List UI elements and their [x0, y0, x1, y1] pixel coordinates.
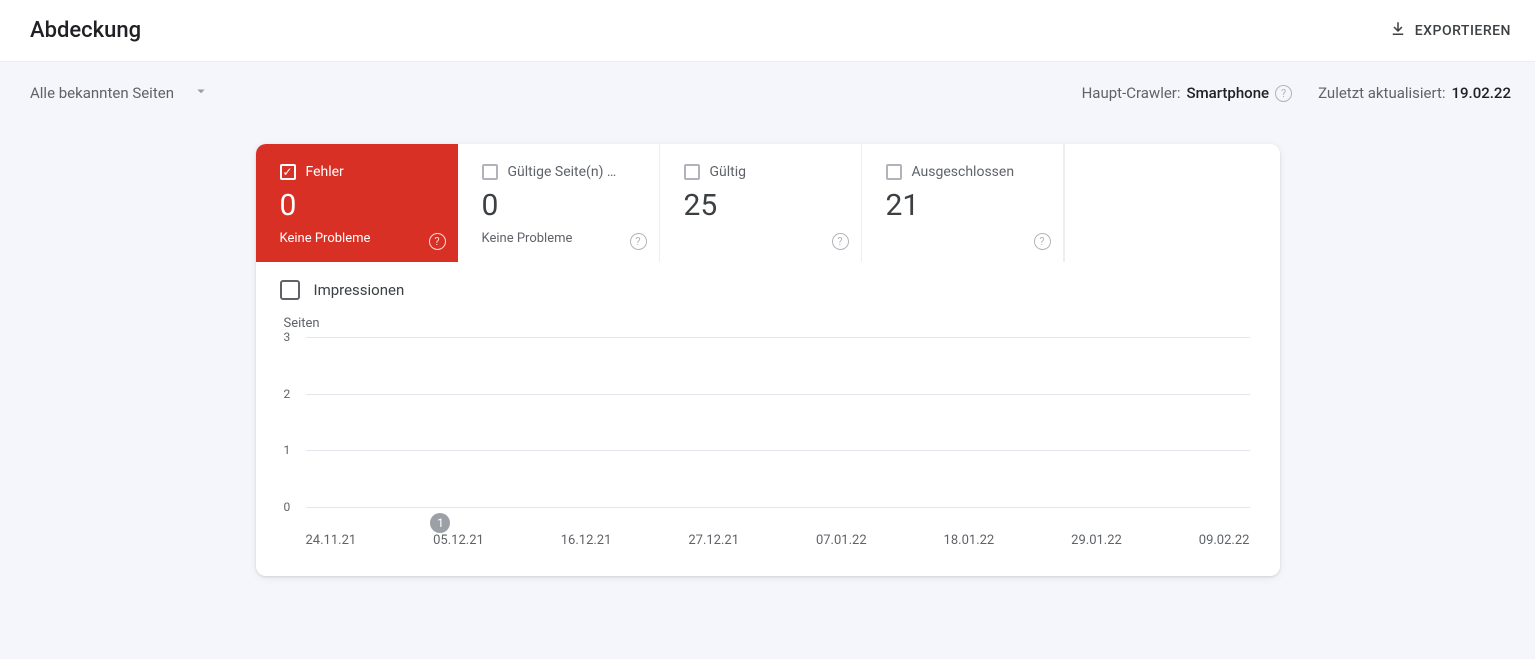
- tab-label: Gültig: [710, 164, 747, 180]
- impressions-label: Impressionen: [314, 281, 405, 299]
- updated-value: 19.02.22: [1452, 84, 1512, 102]
- crawler-value: Smartphone: [1187, 84, 1270, 102]
- help-icon[interactable]: ?: [429, 233, 446, 250]
- x-tick: 27.12.21: [688, 533, 739, 548]
- status-tabs: Fehler 0 Keine Probleme ? Gültige Seite(…: [256, 144, 1280, 262]
- tab-value: 25: [684, 188, 837, 223]
- tab-label: Ausgeschlossen: [912, 164, 1015, 180]
- checkbox-icon[interactable]: [684, 164, 700, 180]
- tab-subtext: Keine Probleme: [482, 231, 635, 246]
- tab-subtext: Keine Probleme: [280, 231, 434, 246]
- tab-value: 0: [482, 188, 635, 223]
- tab-label: Fehler: [306, 164, 344, 180]
- page-title: Abdeckung: [30, 18, 141, 43]
- tab-valid[interactable]: Gültig 25 ?: [660, 144, 862, 262]
- subheader: Alle bekannten Seiten Haupt-Crawler: Sma…: [0, 62, 1535, 116]
- tab-excluded[interactable]: Ausgeschlossen 21 ?: [862, 144, 1064, 262]
- filter-dropdown[interactable]: Alle bekannten Seiten: [30, 82, 210, 104]
- crawler-info: Haupt-Crawler: Smartphone ?: [1082, 84, 1292, 102]
- updated-label: Zuletzt aktualisiert:: [1318, 84, 1445, 102]
- main: Fehler 0 Keine Probleme ? Gültige Seite(…: [0, 116, 1535, 604]
- y-tick: 0: [284, 500, 291, 514]
- y-tick: 2: [284, 387, 291, 401]
- x-tick: 07.01.22: [816, 533, 867, 548]
- export-button[interactable]: EXPORTIEREN: [1389, 20, 1511, 42]
- chart: Seiten 3 2 1 0 1 24.11.21 05.12.21 16.12…: [256, 308, 1280, 576]
- tab-value: 0: [280, 188, 434, 223]
- x-tick: 16.12.21: [561, 533, 612, 548]
- x-tick: 18.01.22: [944, 533, 995, 548]
- checkbox-icon[interactable]: [482, 164, 498, 180]
- checkbox-icon[interactable]: [280, 164, 296, 180]
- tab-error[interactable]: Fehler 0 Keine Probleme ?: [256, 144, 458, 262]
- tabs-spacer: [1064, 144, 1280, 262]
- help-icon[interactable]: ?: [1275, 85, 1292, 102]
- y-axis-label: Seiten: [284, 316, 1256, 331]
- tab-label: Gültige Seite(n) …: [508, 164, 617, 180]
- updated-info: Zuletzt aktualisiert: 19.02.22: [1318, 84, 1511, 102]
- x-tick: 29.01.22: [1071, 533, 1122, 548]
- crawler-label: Haupt-Crawler:: [1082, 84, 1181, 102]
- coverage-card: Fehler 0 Keine Probleme ? Gültige Seite(…: [256, 144, 1280, 576]
- help-icon[interactable]: ?: [1034, 233, 1051, 250]
- x-axis: 24.11.21 05.12.21 16.12.21 27.12.21 07.0…: [306, 533, 1250, 548]
- checkbox-icon[interactable]: [280, 280, 300, 300]
- help-icon[interactable]: ?: [630, 233, 647, 250]
- annotation-badge[interactable]: 1: [430, 513, 450, 533]
- subheader-right: Haupt-Crawler: Smartphone ? Zuletzt aktu…: [1082, 84, 1511, 102]
- export-label: EXPORTIEREN: [1415, 23, 1511, 39]
- filter-label: Alle bekannten Seiten: [30, 84, 174, 102]
- y-tick: 1: [284, 443, 291, 457]
- impressions-toggle[interactable]: Impressionen: [256, 262, 1280, 308]
- x-tick: 05.12.21: [433, 533, 484, 548]
- chart-grid: 3 2 1 0 1: [306, 337, 1250, 507]
- help-icon[interactable]: ?: [832, 233, 849, 250]
- caret-down-icon: [192, 82, 210, 104]
- x-tick: 09.02.22: [1199, 533, 1250, 548]
- y-tick: 3: [284, 330, 291, 344]
- x-tick: 24.11.21: [306, 533, 357, 548]
- tab-valid-warnings[interactable]: Gültige Seite(n) … 0 Keine Probleme ?: [458, 144, 660, 262]
- download-icon: [1389, 20, 1407, 42]
- page-header: Abdeckung EXPORTIEREN: [0, 0, 1535, 62]
- checkbox-icon[interactable]: [886, 164, 902, 180]
- tab-value: 21: [886, 188, 1039, 223]
